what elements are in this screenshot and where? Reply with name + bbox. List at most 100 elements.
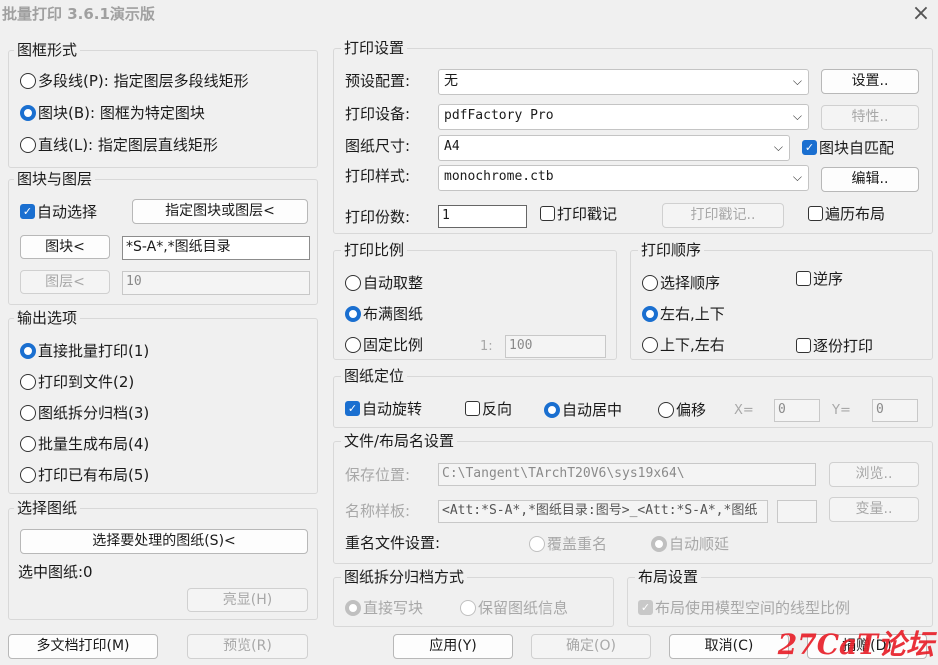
collate-checkbox[interactable]: 逐份打印 — [796, 335, 873, 356]
radio-icon — [642, 305, 658, 322]
radio-icon — [460, 599, 476, 616]
plot-style-value: monochrome.ctb — [444, 169, 554, 184]
checkbox-icon — [638, 600, 653, 615]
edit-style-button[interactable]: 编辑.. — [821, 167, 919, 192]
setup-button[interactable]: 设置.. — [821, 69, 919, 94]
flip-checkbox[interactable]: 反向 — [465, 398, 512, 419]
frame-line-radio[interactable]: 直线(L): 指定图层直线矩形 — [20, 134, 218, 155]
split-keep-info-radio[interactable]: 保留图纸信息 — [460, 597, 568, 618]
split-write-block-radio[interactable]: 直接写块 — [345, 597, 423, 618]
plot-style-select[interactable]: monochrome.ctb ⌵ — [438, 165, 809, 191]
preview-button[interactable]: 预览(R) — [187, 634, 308, 659]
radio-label: 直接写块 — [363, 598, 424, 617]
output-to-file-radio[interactable]: 打印到文件(2) — [20, 371, 134, 392]
save-location-input[interactable]: C:\Tangent\TArchT20V6\sys19x64\ — [438, 463, 816, 486]
output-split-archive-radio[interactable]: 图纸拆分归档(3) — [20, 402, 149, 423]
device-value: pdfFactory Pro — [444, 108, 554, 123]
print-stamp-checkbox[interactable]: 打印戳记 — [540, 203, 617, 224]
highlight-button[interactable]: 亮显(H) — [187, 588, 308, 612]
radio-icon — [20, 404, 36, 421]
scale-fixed-radio[interactable]: 固定比例 — [345, 334, 423, 355]
sheet-position-title: 图纸定位 — [341, 367, 408, 385]
offset-x-label: X= — [734, 403, 754, 418]
overwrite-radio[interactable]: 覆盖重名 — [529, 533, 607, 554]
radio-label: 直线(L): 指定图层直线矩形 — [38, 135, 218, 154]
output-options-title: 输出选项 — [14, 309, 81, 327]
checkbox-label: 自动选择 — [37, 202, 98, 221]
output-direct-print-radio[interactable]: 直接批量打印(1) — [20, 340, 149, 361]
layer-pick-button[interactable]: 图层< — [20, 270, 110, 294]
variables-button[interactable]: 变量.. — [829, 497, 919, 522]
preset-label: 预设配置: — [345, 72, 411, 90]
chevron-down-icon: ⌵ — [773, 140, 783, 154]
reverse-order-checkbox[interactable]: 逆序 — [796, 268, 843, 289]
apply-button[interactable]: 应用(Y) — [393, 634, 513, 659]
print-stamp-button[interactable]: 打印戳记.. — [662, 203, 784, 228]
auto-rotate-checkbox[interactable]: 自动旋转 — [345, 398, 422, 419]
ratio-label: 1: — [480, 339, 493, 354]
scale-fit-radio[interactable]: 布满图纸 — [345, 303, 423, 324]
checkbox-label: 遍历布局 — [825, 204, 886, 223]
select-sheets-button[interactable]: 选择要处理的图纸(S)< — [20, 529, 308, 554]
select-sheets-title: 选择图纸 — [14, 499, 81, 517]
cancel-button[interactable]: 取消(C) — [669, 634, 789, 659]
checkbox-icon — [802, 140, 817, 155]
radio-icon — [642, 274, 658, 291]
selected-count-label: 选中图纸:0 — [18, 563, 93, 581]
browse-button[interactable]: 浏览.. — [829, 462, 919, 487]
radio-label: 偏移 — [676, 400, 707, 419]
checkbox-icon — [345, 401, 360, 416]
use-model-linetype-checkbox[interactable]: 布局使用模型空间的线型比例 — [638, 597, 850, 618]
checkbox-label: 打印戳记 — [557, 204, 618, 223]
frame-block-radio[interactable]: 图块(B): 图框为特定图块 — [20, 102, 205, 123]
offset-x-input[interactable]: 0 — [774, 399, 820, 422]
multi-doc-print-button[interactable]: 多文档打印(M) — [8, 634, 158, 659]
block-pick-button[interactable]: 图块< — [20, 235, 110, 259]
block-name-input[interactable]: *S-A*,*图纸目录 — [122, 236, 310, 260]
properties-button[interactable]: 特性.. — [821, 105, 919, 130]
auto-match-checkbox[interactable]: 图块自匹配 — [802, 137, 894, 158]
output-existing-layout-radio[interactable]: 打印已有布局(5) — [20, 464, 149, 485]
offset-y-input[interactable]: 0 — [872, 399, 918, 422]
save-location-label: 保存位置: — [345, 466, 411, 484]
checkbox-label: 自动旋转 — [362, 399, 423, 418]
radio-icon — [345, 599, 361, 616]
radio-label: 多段线(P): 指定图层多段线矩形 — [38, 71, 249, 90]
copies-input[interactable]: 1 — [438, 205, 527, 228]
traverse-layout-checkbox[interactable]: 遍历布局 — [808, 203, 885, 224]
radio-icon — [20, 136, 36, 153]
preset-select[interactable]: 无 ⌵ — [438, 69, 809, 95]
radio-label: 自动取整 — [363, 273, 424, 292]
radio-icon — [20, 104, 36, 121]
ratio-input[interactable]: 100 — [505, 335, 606, 358]
paper-size-select[interactable]: A4 ⌵ — [438, 135, 790, 161]
scale-auto-radio[interactable]: 自动取整 — [345, 272, 423, 293]
layer-name-input[interactable]: 10 — [122, 271, 310, 295]
order-lr-tb-radio[interactable]: 左右,上下 — [642, 303, 725, 324]
radio-icon — [20, 373, 36, 390]
close-icon[interactable]: × — [910, 3, 932, 26]
frame-polyline-radio[interactable]: 多段线(P): 指定图层多段线矩形 — [20, 70, 249, 91]
radio-label: 上下,左右 — [660, 335, 725, 354]
offset-radio[interactable]: 偏移 — [658, 399, 706, 420]
auto-sequence-radio[interactable]: 自动顺延 — [651, 533, 729, 554]
template-extra-input[interactable] — [777, 500, 817, 523]
order-selection-radio[interactable]: 选择顺序 — [642, 272, 720, 293]
radio-icon — [529, 535, 545, 552]
preset-value: 无 — [444, 73, 458, 89]
output-gen-layout-radio[interactable]: 批量生成布局(4) — [20, 433, 149, 454]
plot-style-label: 打印样式: — [345, 167, 411, 185]
device-select[interactable]: pdfFactory Pro ⌵ — [438, 104, 809, 130]
checkbox-label: 图块自匹配 — [819, 138, 895, 157]
checkbox-icon — [465, 401, 480, 416]
auto-center-radio[interactable]: 自动居中 — [544, 399, 622, 420]
order-tb-lr-radio[interactable]: 上下,左右 — [642, 334, 725, 355]
radio-label: 固定比例 — [363, 335, 424, 354]
radio-label: 自动顺延 — [669, 534, 730, 553]
name-template-input[interactable]: <Att:*S-A*,*图纸目录:图号>_<Att:*S-A*,*图纸 — [438, 500, 768, 523]
auto-select-checkbox[interactable]: 自动选择 — [20, 201, 97, 222]
radio-label: 打印到文件(2) — [38, 372, 135, 391]
frame-type-title: 图框形式 — [14, 41, 81, 59]
ok-button[interactable]: 确定(O) — [531, 634, 651, 659]
specify-block-layer-button[interactable]: 指定图块或图层< — [132, 199, 308, 224]
